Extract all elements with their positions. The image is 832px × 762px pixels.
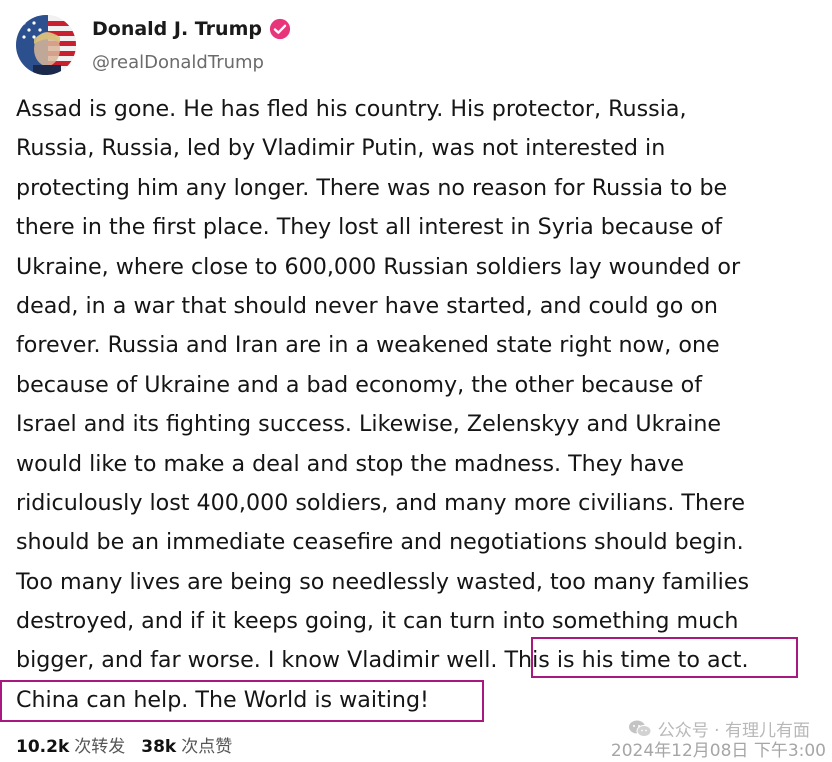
highlight-box: [531, 637, 798, 678]
author-name-row[interactable]: Donald J. Trump: [92, 18, 291, 40]
post-line: there in the first place. They lost all …: [16, 214, 723, 241]
post-line: ridiculously lost 400,000 soldiers, and …: [16, 489, 745, 516]
post-line: destroyed, and if it keeps going, it can…: [16, 608, 739, 635]
reposts-label[interactable]: 次转发: [74, 732, 125, 757]
timestamp: 2024年12月08日 下午3:00: [610, 741, 826, 761]
post-body: Assad is gone. He has fled his country. …: [16, 90, 816, 720]
post-line: dead, in a war that should never have st…: [16, 292, 718, 319]
post-line: should be an immediate ceasefire and neg…: [16, 529, 744, 556]
post-line: Russia, Russia, led by Vladimir Putin, w…: [16, 135, 666, 162]
post-line: forever. Russia and Iran are in a weaken…: [16, 332, 720, 359]
post-line: because of Ukraine and a bad economy, th…: [16, 371, 703, 398]
author-name[interactable]: Donald J. Trump: [92, 18, 262, 40]
post-stats: 10.2k 次转发 38k 次点赞: [16, 732, 248, 757]
author-handle[interactable]: @realDonaldTrump: [92, 52, 264, 73]
highlight-box: [0, 680, 484, 722]
avatar[interactable]: [16, 15, 76, 75]
post-line: Assad is gone. He has fled his country. …: [16, 96, 687, 122]
avatar-image: [16, 15, 76, 75]
post-line: would like to make a deal and stop the m…: [16, 450, 685, 477]
post-line: Too many lives are being so needlessly w…: [16, 568, 750, 595]
post-line: protecting him any longer. There was no …: [16, 174, 728, 201]
reposts-count[interactable]: 10.2k: [16, 737, 69, 757]
likes-label[interactable]: 次点赞: [181, 732, 232, 757]
post-line: Ukraine, where close to 600,000 Russian …: [16, 253, 741, 280]
post-line: Israel and its fighting success. Likewis…: [16, 411, 722, 438]
likes-count[interactable]: 38k: [141, 737, 176, 757]
verified-badge-icon: [269, 18, 291, 40]
